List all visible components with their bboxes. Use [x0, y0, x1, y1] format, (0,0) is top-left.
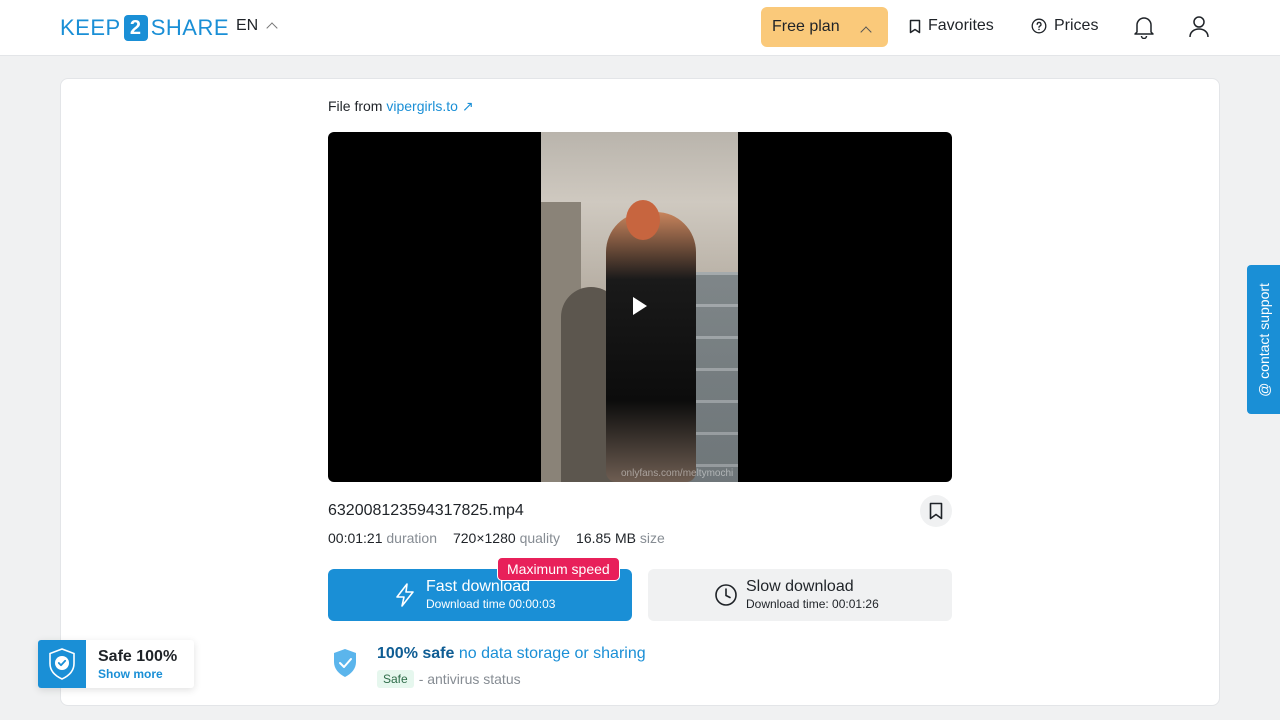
safe-badge-side — [38, 640, 86, 688]
source-link[interactable]: vipergirls.to ↗ — [386, 98, 473, 114]
safe-badge-widget[interactable]: Safe 100% Show more — [38, 640, 194, 688]
logo[interactable]: KEEP 2 SHARE — [60, 15, 229, 41]
play-icon[interactable] — [633, 297, 647, 315]
bell-icon — [1134, 17, 1154, 39]
user-icon — [1189, 16, 1209, 38]
lightning-icon — [396, 583, 414, 607]
antivirus-status-text: - antivirus status — [418, 671, 521, 687]
notifications-button[interactable] — [1131, 14, 1157, 40]
logo-text-left: KEEP — [60, 15, 121, 40]
safe-status-pill: Safe — [377, 670, 414, 688]
account-button[interactable] — [1186, 14, 1212, 40]
favorites-label: Favorites — [928, 17, 994, 34]
slow-download-button[interactable]: Slow download Download time: 00:01:26 — [648, 569, 952, 621]
fast-download-time: Download time 00:00:03 — [426, 597, 556, 611]
antivirus-status: Safe - antivirus status — [377, 670, 521, 688]
plan-label: Free plan — [772, 18, 840, 35]
safety-title: 100% safe no data storage or sharing — [377, 645, 646, 662]
clock-icon — [715, 584, 737, 606]
logo-text-right: SHARE — [150, 15, 229, 40]
help-circle-icon — [1031, 18, 1047, 34]
file-meta: 00:01:21 duration 720×1280 quality 16.85… — [328, 530, 665, 546]
contact-support-tab[interactable]: @ contact support — [1247, 265, 1280, 414]
top-header: KEEP 2 SHARE EN Free plan Favorites Pric… — [0, 0, 1280, 56]
video-watermark: onlyfans.com/meltymochi — [621, 468, 734, 479]
slow-download-label: Slow download — [746, 578, 854, 595]
prices-label: Prices — [1054, 17, 1099, 34]
language-label: EN — [236, 17, 259, 34]
bookmark-icon — [929, 502, 943, 520]
source-prefix: File from — [328, 98, 383, 114]
bookmark-icon — [909, 19, 921, 33]
shield-check-icon — [49, 648, 75, 680]
favorites-link[interactable]: Favorites — [909, 17, 994, 35]
plan-button[interactable]: Free plan — [761, 7, 888, 47]
max-speed-badge: Maximum speed — [497, 557, 620, 581]
chevron-up-icon — [860, 26, 872, 38]
shield-check-icon — [334, 649, 356, 677]
meta-quality: 720×1280 quality — [452, 530, 561, 546]
contact-support-label: @ contact support — [1255, 282, 1272, 397]
video-player[interactable]: onlyfans.com/meltymochi — [328, 132, 952, 482]
meta-size: 16.85 MB size — [576, 530, 665, 546]
prices-link[interactable]: Prices — [1031, 17, 1098, 35]
safe-badge-title: Safe 100% — [98, 648, 178, 665]
logo-badge: 2 — [123, 15, 148, 41]
show-more-link[interactable]: Show more — [98, 667, 163, 681]
language-selector[interactable]: EN — [236, 17, 278, 35]
chevron-up-icon — [266, 22, 278, 34]
slow-download-time: Download time: 00:01:26 — [746, 597, 879, 611]
add-to-favorites-button[interactable] — [920, 495, 952, 527]
meta-duration: 00:01:21 duration — [328, 530, 437, 546]
file-name: 632008123594317825.mp4 — [328, 502, 524, 519]
file-source: File from vipergirls.to ↗ — [328, 98, 474, 115]
